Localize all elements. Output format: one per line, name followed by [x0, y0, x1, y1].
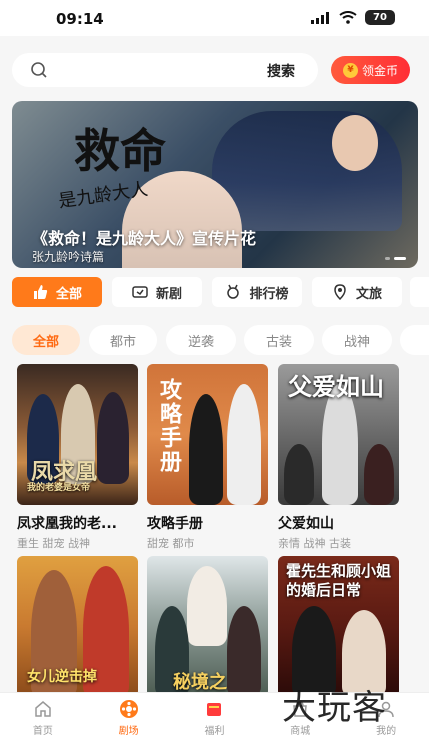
banner-dot-active	[394, 257, 406, 260]
search-input[interactable]: 搜索	[12, 53, 318, 87]
tab-all[interactable]: 全部	[12, 277, 102, 307]
drama-poster: 女儿逆击掉	[17, 556, 138, 697]
drama-poster: 攻略手册	[147, 364, 268, 505]
drama-card[interactable]: 霍先生和顾小姐的婚后日常	[278, 556, 399, 697]
nav-welfare[interactable]: 福利	[172, 693, 258, 743]
new-show-icon	[132, 286, 148, 298]
get-coins-label: 领金币	[361, 63, 398, 78]
drama-tags: 甜宠 都市	[147, 537, 195, 550]
tab-new[interactable]: 新剧	[112, 277, 202, 307]
tab-travel-label: 文旅	[355, 286, 382, 302]
banner-logo: 救命	[74, 124, 166, 178]
banner-pagination	[385, 257, 406, 260]
filter-urban[interactable]: 都市	[89, 325, 157, 355]
tab-overflow[interactable]	[410, 277, 429, 307]
nav-theater-label: 剧场	[118, 726, 139, 737]
drama-card[interactable]: 秘境之	[147, 556, 268, 697]
nav-welfare-label: 福利	[204, 726, 225, 737]
drama-poster: 秘境之	[147, 556, 268, 697]
tab-travel[interactable]: 文旅	[312, 277, 402, 307]
nav-theater[interactable]: 剧场	[86, 693, 172, 743]
drama-tags: 重生 甜宠 战神	[17, 537, 90, 550]
filter-costume[interactable]: 古装	[244, 325, 314, 355]
drama-title: 攻略手册	[147, 516, 203, 532]
filter-war-god[interactable]: 战神	[322, 325, 392, 355]
wifi-icon	[339, 11, 357, 24]
drama-poster: 霍先生和顾小姐的婚后日常	[278, 556, 399, 697]
tab-ranking-label: 排行榜	[249, 286, 289, 302]
nav-home[interactable]: 首页	[0, 693, 86, 743]
featured-banner[interactable]: 救命 是九龄大人 《救命！是九龄大人》宣传片花 张九龄吟诗篇	[12, 101, 418, 268]
drama-title: 父爱如山	[278, 516, 334, 532]
poster-title-text: 秘境之	[173, 672, 227, 693]
poster-title-text: 父爱如山	[288, 372, 384, 401]
status-bar: 09:14 70	[0, 0, 429, 36]
banner-dot	[385, 257, 390, 260]
nav-home-label: 首页	[32, 726, 53, 737]
banner-figure-face	[332, 115, 378, 171]
drama-card[interactable]: 父爱如山 父爱如山 亲情 战神 古装	[278, 364, 399, 551]
filter-comeback[interactable]: 逆袭	[166, 325, 236, 355]
filter-overflow[interactable]	[400, 325, 429, 355]
drama-tags: 亲情 战神 古装	[278, 537, 351, 550]
thumbs-up-icon	[33, 285, 48, 299]
tab-ranking[interactable]: 排行榜	[212, 277, 302, 307]
poster-title-text: 霍先生和顾小姐的婚后日常	[286, 562, 392, 599]
signal-icon	[311, 11, 329, 24]
drama-poster: 凤求凰 我的老婆是女帝	[17, 364, 138, 505]
poster-title-text: 女儿逆击掉	[27, 669, 97, 685]
coin-icon: ¥	[342, 62, 358, 78]
drama-poster: 父爱如山	[278, 364, 399, 505]
drama-card[interactable]: 攻略手册 攻略手册 甜宠 都市	[147, 364, 268, 551]
status-icons: 70	[311, 10, 395, 25]
drama-title: 凤求凰我的老...	[17, 516, 117, 532]
search-button[interactable]: 搜索	[267, 61, 295, 81]
poster-subtitle-text: 我的老婆是女帝	[27, 483, 91, 493]
travel-icon	[334, 284, 346, 300]
ranking-icon	[227, 284, 240, 299]
filter-all[interactable]: 全部	[12, 325, 80, 355]
theater-icon	[119, 699, 139, 719]
banner-subtitle: 张九龄吟诗篇	[32, 250, 105, 264]
drama-card[interactable]: 凤求凰 我的老婆是女帝 凤求凰我的老... 重生 甜宠 战神	[17, 364, 138, 551]
drama-card[interactable]: 女儿逆击掉	[17, 556, 138, 697]
poster-title-text: 攻略手册	[156, 378, 182, 474]
banner-title: 《救命！是九龄大人》宣传片花	[32, 229, 257, 248]
tab-all-label: 全部	[55, 286, 82, 302]
search-icon	[31, 62, 47, 78]
battery-indicator: 70	[365, 10, 395, 25]
tab-new-label: 新剧	[155, 286, 182, 302]
gift-icon	[204, 699, 224, 719]
status-time: 09:14	[56, 10, 104, 28]
get-coins-button[interactable]: ¥ 领金币	[331, 56, 410, 84]
watermark-text: 大玩客	[282, 688, 387, 728]
home-icon	[33, 699, 53, 719]
